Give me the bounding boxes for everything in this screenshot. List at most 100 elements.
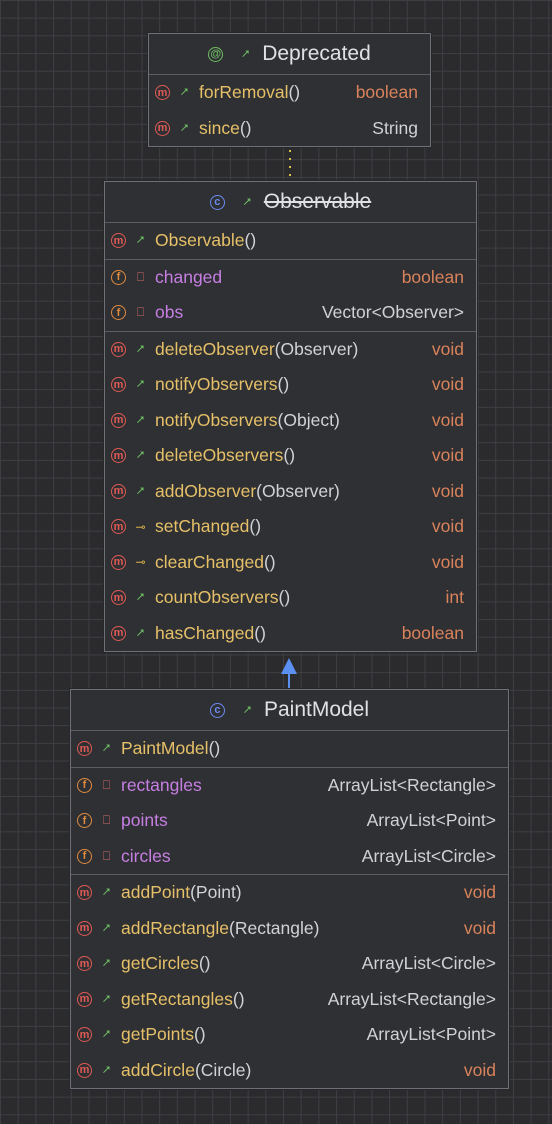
method-row-haschanged[interactable]: m ⭧ hasChanged() boolean [105, 616, 476, 652]
method-badge-icon: m [111, 233, 126, 249]
member-type: ArrayList<Rectangle> [327, 988, 496, 1009]
member-params: (Circle) [194, 1059, 252, 1080]
annotation-badge-icon: @ [208, 46, 224, 62]
public-visibility-icon: ⭧ [180, 85, 189, 100]
field-row-obs[interactable]: f ⎕ obs Vector<Observer> [105, 295, 476, 331]
member-name: since [199, 117, 240, 138]
member-type: void [463, 1059, 496, 1080]
public-visibility-icon: ⭧ [136, 341, 145, 356]
class-title: Deprecated [262, 42, 371, 65]
member-name: deleteObservers [155, 445, 284, 466]
member-type: boolean [401, 266, 464, 287]
public-visibility-icon: ⭧ [102, 741, 111, 756]
member-type: void [431, 516, 464, 537]
paintmodel-header[interactable]: c ⭧ PaintModel [71, 690, 508, 731]
member-name: setChanged [155, 516, 250, 537]
member-name: rectangles [121, 774, 202, 795]
member-type: void [431, 374, 464, 395]
field-badge-icon: f [77, 777, 92, 793]
observable-header[interactable]: c ⭧ Observable [105, 182, 476, 223]
public-visibility-icon: ⭧ [241, 46, 250, 61]
member-type: void [463, 917, 496, 938]
private-visibility-icon: ⎕ [102, 848, 111, 863]
annotation-header[interactable]: @ ⭧ Deprecated [149, 34, 430, 75]
member-name: getPoints [121, 1024, 194, 1045]
method-badge-icon: m [77, 1062, 92, 1078]
method-row-notifyobservers[interactable]: m ⭧ notifyObservers (Object) void [105, 403, 476, 439]
class-badge-icon: c [209, 194, 225, 210]
member-type: ArrayList<Point> [366, 810, 496, 831]
member-params: () [198, 953, 211, 974]
method-row-forremoval[interactable]: m ⭧ forRemoval() boolean [149, 75, 430, 111]
method-badge-icon: m [155, 85, 170, 101]
public-visibility-icon: ⭧ [102, 1027, 111, 1042]
member-type: void [463, 882, 496, 903]
member-name: notifyObservers [155, 409, 278, 430]
method-row-addcircle[interactable]: m ⭧ addCircle (Circle) void [71, 1053, 508, 1089]
member-name: obs [155, 302, 184, 323]
member-name: notifyObservers [155, 374, 278, 395]
method-row-getpoints[interactable]: m ⭧ getPoints() ArrayList<Point> [71, 1017, 508, 1053]
member-params: () [263, 551, 276, 572]
member-params: (Point) [190, 882, 242, 903]
protected-visibility-icon: ⊸ [135, 555, 146, 570]
method-row-notifyobservers[interactable]: m ⭧ notifyObservers() void [105, 367, 476, 403]
paintmodel-class-box[interactable]: c ⭧ PaintModel m ⭧ PaintModel() f ⎕ rectangles Ar… [70, 689, 509, 1089]
method-row-addobserver[interactable]: m ⭧ addObserver (Observer) void [105, 474, 476, 510]
method-row-since[interactable]: m ⭧ since() String [149, 111, 430, 147]
public-visibility-icon: ⭧ [136, 590, 145, 605]
public-visibility-icon: ⭧ [136, 483, 145, 498]
public-visibility-icon: ⭧ [136, 233, 145, 248]
member-name: addRectangle [121, 917, 229, 938]
member-params: (Rectangle) [229, 917, 320, 938]
member-type: String [372, 117, 418, 138]
field-row-points[interactable]: f ⎕ points ArrayList<Point> [71, 803, 508, 839]
member-name: addObserver [155, 480, 257, 501]
member-params: () [277, 374, 290, 395]
member-params: (Observer) [274, 338, 359, 359]
member-name: countObservers [155, 587, 279, 608]
field-row-circles[interactable]: f ⎕ circles ArrayList<Circle> [71, 839, 508, 875]
class-badge-icon: c [209, 702, 225, 718]
member-section: f ⎕ rectangles ArrayList<Rectangle> f ⎕ points… [71, 768, 508, 875]
method-row-addpoint[interactable]: m ⭧ addPoint (Point) void [71, 875, 508, 911]
member-name: points [121, 810, 168, 831]
method-row-getrectangles[interactable]: m ⭧ getRectangles() ArrayList<Rectangle> [71, 982, 508, 1018]
method-badge-icon: m [77, 991, 92, 1007]
method-badge-icon: m [111, 519, 126, 535]
method-badge-icon: m [111, 483, 126, 499]
member-name: clearChanged [155, 551, 264, 572]
field-row-changed[interactable]: f ⎕ changed boolean [105, 260, 476, 296]
protected-visibility-icon: ⊸ [135, 519, 146, 534]
field-row-rectangles[interactable]: f ⎕ rectangles ArrayList<Rectangle> [71, 768, 508, 804]
public-visibility-icon: ⭧ [102, 956, 111, 971]
deprecated-annotation-box[interactable]: @ ⭧ Deprecated m ⭧ forRemoval() boolean m ⭧ since… [148, 33, 431, 147]
public-visibility-icon: ⭧ [136, 377, 145, 392]
method-row-clearchanged[interactable]: m ⊸ clearChanged() void [105, 545, 476, 581]
member-type: boolean [401, 622, 464, 643]
member-type: void [431, 338, 464, 359]
public-visibility-icon: ⭧ [136, 448, 145, 463]
method-row-observable[interactable]: m ⭧ Observable() [105, 223, 476, 259]
public-visibility-icon: ⭧ [136, 412, 145, 427]
member-params: () [278, 587, 291, 608]
method-row-getcircles[interactable]: m ⭧ getCircles() ArrayList<Circle> [71, 946, 508, 982]
public-visibility-icon: ⭧ [136, 625, 145, 640]
method-row-deleteobservers[interactable]: m ⭧ deleteObservers() void [105, 438, 476, 474]
method-row-addrectangle[interactable]: m ⭧ addRectangle (Rectangle) void [71, 911, 508, 947]
public-visibility-icon: ⭧ [102, 991, 111, 1006]
method-row-paintmodel[interactable]: m ⭧ PaintModel() [71, 731, 508, 767]
field-badge-icon: f [77, 848, 92, 864]
public-visibility-icon: ⭧ [102, 920, 111, 935]
method-row-deleteobserver[interactable]: m ⭧ deleteObserver (Observer) void [105, 332, 476, 368]
member-type: ArrayList<Circle> [361, 845, 496, 866]
member-type: void [431, 445, 464, 466]
member-type: ArrayList<Point> [366, 1024, 496, 1045]
observable-class-box[interactable]: c ⭧ Observable m ⭧ Observable() f ⎕ changed boole… [104, 181, 477, 652]
method-badge-icon: m [155, 120, 170, 136]
member-section: m ⭧ PaintModel() [71, 731, 508, 768]
member-name: getCircles [121, 953, 199, 974]
method-row-setchanged[interactable]: m ⊸ setChanged() void [105, 509, 476, 545]
member-section: m ⭧ Observable() [105, 223, 476, 260]
method-row-countobservers[interactable]: m ⭧ countObservers() int [105, 580, 476, 616]
